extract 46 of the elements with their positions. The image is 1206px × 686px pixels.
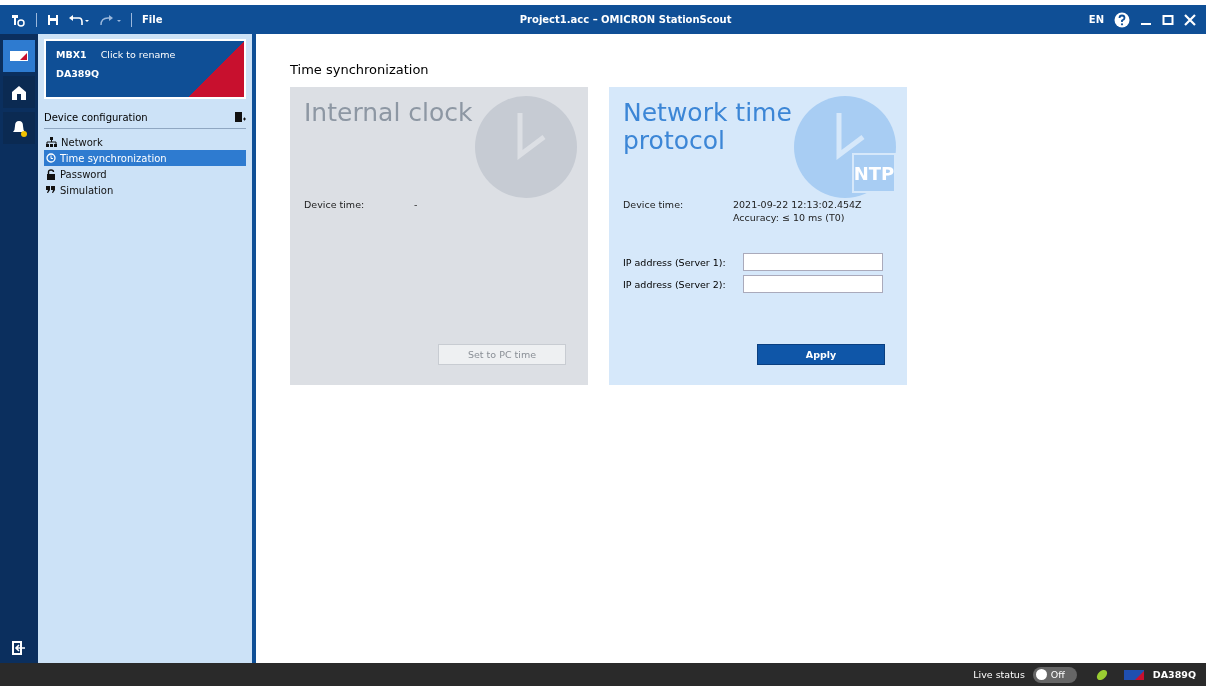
live-status-label: Live status bbox=[973, 669, 1025, 680]
card-title: Network time protocol bbox=[623, 99, 793, 155]
device-card[interactable]: MBX1 Click to rename DA389Q bbox=[44, 39, 246, 99]
live-status-toggle[interactable]: Off bbox=[1032, 666, 1077, 683]
redo-icon[interactable] bbox=[99, 13, 121, 26]
exit-icon[interactable] bbox=[12, 641, 26, 655]
page-title: Time synchronization bbox=[290, 62, 430, 77]
device-time-label: Device time: bbox=[304, 199, 366, 210]
device-time-label: Device time: bbox=[623, 199, 685, 210]
close-icon[interactable] bbox=[1184, 13, 1196, 26]
link-icon[interactable] bbox=[1094, 667, 1109, 682]
quote-icon bbox=[46, 186, 56, 194]
device-time-value: - bbox=[414, 199, 419, 210]
status-device-serial: DA389Q bbox=[1152, 669, 1196, 680]
sidebar-item[interactable]: Network bbox=[44, 134, 246, 150]
undo-icon[interactable] bbox=[69, 13, 89, 26]
ip-address-field[interactable] bbox=[743, 275, 883, 293]
device-icon bbox=[1122, 668, 1145, 681]
sidebar-item[interactable]: Simulation bbox=[44, 182, 246, 198]
maximize-icon[interactable] bbox=[1162, 13, 1174, 26]
sidebar-item[interactable]: Time synchronization bbox=[44, 150, 246, 166]
device-name: MBX1 bbox=[56, 49, 87, 60]
rename-link[interactable]: Click to rename bbox=[100, 49, 176, 60]
rail-button[interactable] bbox=[3, 112, 35, 144]
lock-icon bbox=[46, 168, 56, 180]
house-icon bbox=[9, 83, 29, 101]
device-serial: DA389Q bbox=[56, 68, 101, 79]
language-button[interactable]: EN bbox=[1088, 14, 1104, 25]
device-time-value: 2021-09-22 12:13:02.454Z bbox=[733, 199, 863, 210]
accuracy-text: Accuracy: ≤ 10 ms (T0) bbox=[733, 212, 846, 223]
card-title: Internal clock bbox=[304, 99, 474, 127]
field-label: IP address (Server 1): bbox=[623, 256, 727, 268]
field-label: IP address (Server 2): bbox=[623, 278, 727, 290]
sidebar-item[interactable]: Password bbox=[44, 166, 246, 182]
document-add-icon[interactable] bbox=[234, 111, 246, 123]
help-icon[interactable] bbox=[1114, 11, 1130, 28]
sidebar-title: Device configuration bbox=[44, 111, 148, 123]
device-icon bbox=[9, 50, 29, 62]
ntp-badge: NTP bbox=[852, 153, 896, 193]
ip-address-field[interactable] bbox=[743, 253, 883, 271]
rail-button[interactable] bbox=[3, 76, 35, 108]
clock-icon bbox=[46, 153, 56, 163]
network-icon bbox=[46, 137, 57, 147]
window-title: Project1.acc – OMICRON StationScout bbox=[518, 14, 733, 25]
file-menu[interactable]: File bbox=[142, 14, 163, 25]
apply-button[interactable]: Apply bbox=[757, 344, 885, 365]
